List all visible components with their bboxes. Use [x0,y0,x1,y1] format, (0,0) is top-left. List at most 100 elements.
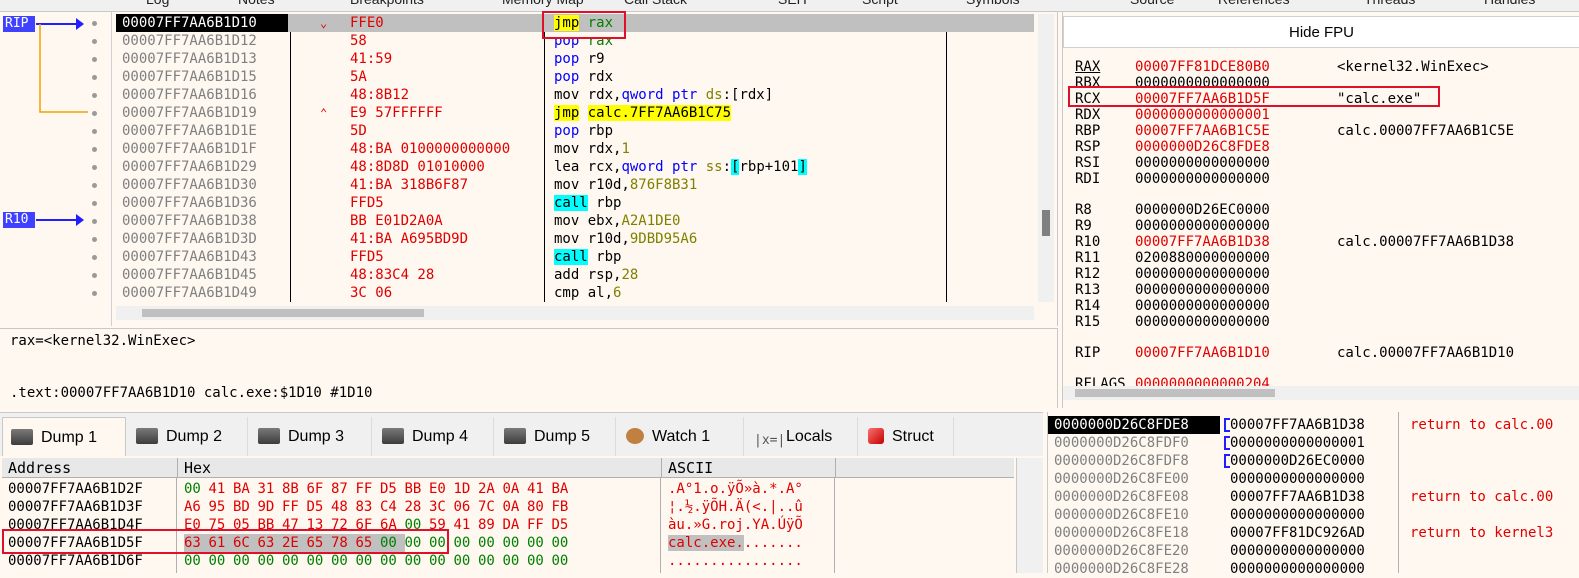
stack-value[interactable]: 0000000000000000 [1230,506,1365,524]
disasm-row[interactable]: 00007FF7AA6B1D16 48:8B12 mov rdx,qword ptr… [116,86,1034,104]
hex-byte[interactable]: 05 [233,516,258,534]
hide-fpu-button[interactable]: Hide FPU [1063,16,1579,48]
dump-hex[interactable]: E0 75 05 BB 47 13 72 6F 6A 00 59 41 89 DA FF D5 [184,516,576,534]
gutter-dot[interactable] [92,237,97,242]
hex-byte[interactable]: 00 [552,534,577,552]
dump-ascii[interactable]: .A°1.o.ÿÕ»à.*.A° [668,480,803,498]
register-value[interactable]: 0000000000000000 [1135,298,1270,314]
tab-dump-1[interactable]: Dump 1 [2,417,126,457]
register-rcx[interactable]: RCX 00007FF7AA6B1D5F "calc.exe" [1075,91,1565,107]
tab-locals[interactable]: |x=|Locals [746,417,858,457]
hex-byte[interactable]: D5 [380,480,405,498]
hex-column-header[interactable]: Hex [178,458,662,478]
hex-byte[interactable]: 00 [380,552,405,570]
hex-byte[interactable]: 00 [405,516,430,534]
register-value[interactable]: 0000000000000001 [1135,107,1270,123]
hex-byte[interactable]: 41 [527,480,552,498]
dump-row[interactable]: 00007FF7AA6B1D4F E0 75 05 BB 47 13 72 6F 6A 00 59 41… [2,516,1012,534]
register-value[interactable]: 00007FF7AA6B1D38 [1135,234,1270,250]
tab-dump-3[interactable]: Dump 3 [250,417,372,457]
hex-byte[interactable]: 80 [527,498,552,516]
hex-byte[interactable]: 3C [429,498,454,516]
tab-dump-2[interactable]: Dump 2 [128,417,248,457]
gutter-dot[interactable] [92,219,97,224]
stack-value[interactable]: 00007FF7AA6B1D38 [1230,488,1365,506]
register-r13[interactable]: R13 0000000000000000 [1075,282,1565,298]
stack-row[interactable]: 0000000D26C8FE00 0000000000000000 [1048,470,1579,488]
hex-byte[interactable]: BD [233,498,258,516]
register-value[interactable]: 0000000000000000 [1135,75,1270,91]
gutter-dot[interactable] [92,273,97,278]
disasm-row[interactable]: 00007FF7AA6B1D43 FFD5 call rbp [116,248,1034,266]
hex-byte[interactable]: 00 [380,534,405,552]
tab-dump-4[interactable]: Dump 4 [374,417,494,457]
hex-byte[interactable]: 2A [478,480,503,498]
disasm-row[interactable]: 00007FF7AA6B1D30 41:BA 318B6F87 mov r10d,8… [116,176,1034,194]
stack-row[interactable]: 0000000D26C8FDF8 0000000D26EC0000 [1048,452,1579,470]
hex-byte[interactable]: 83 [356,498,381,516]
hex-byte[interactable]: 95 [209,498,234,516]
register-value[interactable]: 0000000000000000 [1135,218,1270,234]
gutter-dot[interactable] [92,21,97,26]
dump-ascii[interactable]: ................ [668,552,803,570]
hex-byte[interactable]: FF [282,498,307,516]
disasm-row[interactable]: 00007FF7AA6B1D12 58 pop rax [116,32,1034,50]
hex-byte[interactable]: BA [233,480,258,498]
hex-byte[interactable]: 00 [356,552,381,570]
register-rdi[interactable]: RDI 0000000000000000 [1075,171,1565,187]
dump-row[interactable]: 00007FF7AA6B1D3F A6 95 BD 9D FF D5 48 83 C4 28 3C 06… [2,498,1012,516]
register-rbx[interactable]: RBX 0000000000000000 [1075,75,1565,91]
dump-vscrollbar[interactable] [1016,458,1043,573]
register-value[interactable]: 00007FF7AA6B1C5E [1135,123,1270,139]
tab-struct[interactable]: Struct [860,417,954,457]
dump-ascii[interactable]: àu.»G.roj.YA.ÚÿÕ [668,516,803,534]
hex-byte[interactable]: 6F [356,516,381,534]
disasm-row[interactable]: 00007FF7AA6B1D38 BB E01D2A0A mov ebx,A2A1D… [116,212,1034,230]
hex-byte[interactable]: BA [552,480,577,498]
gutter-dot[interactable] [92,39,97,44]
disasm-row[interactable]: 00007FF7AA6B1D45 48:83C4 28 add rsp,28 [116,266,1034,284]
hex-byte[interactable]: 65 [355,534,380,552]
disassembly-hscrollbar[interactable] [116,306,1034,320]
hex-byte[interactable]: 00 [429,534,454,552]
disasm-row[interactable]: 00007FF7AA6B1D36 FFD5 call rbp [116,194,1034,212]
address-column-header[interactable]: Address [2,458,178,478]
hex-byte[interactable]: 00 [454,552,479,570]
hex-byte[interactable]: 6F [307,480,332,498]
hex-byte[interactable]: BB [258,516,283,534]
dump-ascii[interactable]: ¦.½.ÿÕH.Ä(<.|..û [668,498,803,516]
stack-row[interactable]: 0000000D26C8FDF0 0000000000000001 [1048,434,1579,452]
hex-byte[interactable]: 00 [405,534,430,552]
vscroll-thumb[interactable] [1042,210,1050,236]
hex-byte[interactable]: 00 [503,534,528,552]
hex-byte[interactable]: 00 [331,552,356,570]
disasm-row[interactable]: 00007FF7AA6B1D29 48:8D8D 01010000 lea rcx,… [116,158,1034,176]
disassembly-list[interactable]: 00007FF7AA6B1D10 ⌄ FFE0 jmp rax 00007FF7AA6B… [116,14,1034,302]
hex-byte[interactable]: 00 [527,534,552,552]
hex-byte[interactable]: 00 [184,552,209,570]
hex-byte[interactable]: BB [405,480,430,498]
disasm-row[interactable]: 00007FF7AA6B1D15 5A pop rdx [116,68,1034,86]
register-value[interactable]: 00007FF7AA6B1D10 [1135,345,1270,361]
stack-row[interactable]: 0000000D26C8FE28 0000000000000000 [1048,560,1579,578]
dump-row[interactable]: 00007FF7AA6B1D2F 00 41 BA 31 8B 6F 87 FF D5 BB E0 1D… [2,480,1012,498]
toolbar-tab-script[interactable]: Script [862,0,898,7]
hex-byte[interactable]: 2E [282,534,307,552]
hex-byte[interactable]: 00 [527,552,552,570]
stack-value[interactable]: 0000000000000000 [1230,470,1365,488]
disasm-row[interactable]: 00007FF7AA6B1D49 3C 06 cmp al,6 [116,284,1034,302]
gutter-dot[interactable] [92,255,97,260]
disasm-row[interactable]: 00007FF7AA6B1D3D 41:BA A695BD9D mov r10d,9… [116,230,1034,248]
register-r9[interactable]: R9 0000000000000000 [1075,218,1565,234]
toolbar-tab-seh[interactable]: SEH [778,0,807,7]
hex-byte[interactable]: 00 [209,552,234,570]
hex-byte[interactable]: 06 [454,498,479,516]
stack-value[interactable]: 00007FF7AA6B1D38 [1230,416,1365,434]
register-value[interactable]: 00007FF7AA6B1D5F [1135,91,1270,107]
register-rip[interactable]: RIP 00007FF7AA6B1D10 calc.00007FF7AA6B1D10 [1075,345,1565,361]
register-r10[interactable]: R10 00007FF7AA6B1D38 calc.00007FF7AA6B1D38 [1075,234,1565,250]
hex-byte[interactable]: 00 [307,552,332,570]
register-value[interactable]: 0200880000000000 [1135,250,1270,266]
register-r15[interactable]: R15 0000000000000000 [1075,314,1565,330]
hex-byte[interactable]: A6 [184,498,209,516]
